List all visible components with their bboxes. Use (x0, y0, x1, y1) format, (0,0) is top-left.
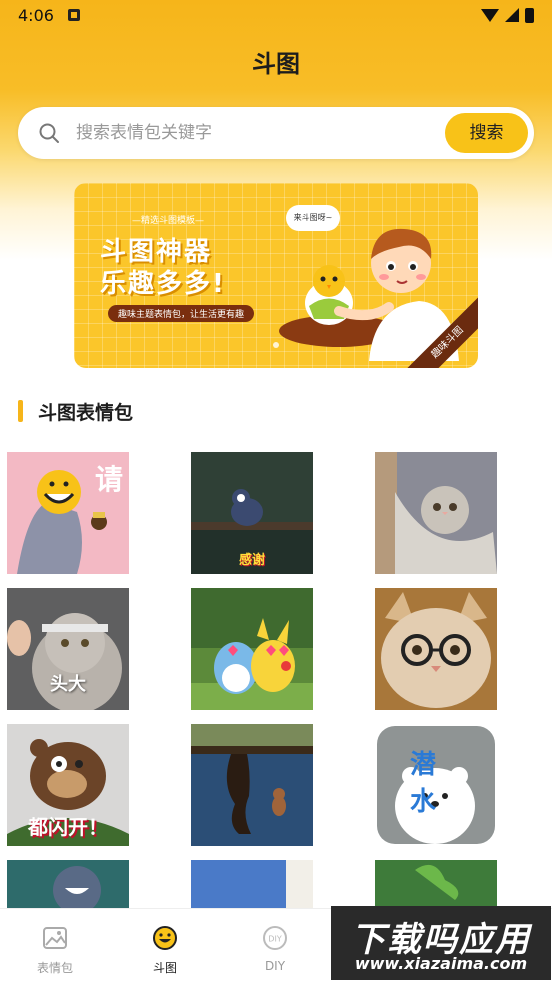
tab-stickers[interactable]: 表情包 (0, 909, 110, 983)
tab-label: 表情包 (36, 961, 73, 975)
carousel-indicator[interactable] (273, 342, 279, 348)
sticker-grid: 请 感谢 头大 都闪开！ 潜 水 (0, 452, 552, 910)
sticker-caption: 感谢 (238, 553, 265, 568)
sticker-tile[interactable] (375, 860, 497, 910)
sticker-image (7, 860, 129, 910)
search-input[interactable] (76, 107, 446, 159)
image-icon (43, 927, 67, 949)
section-accent-bar (18, 400, 23, 422)
sticker-tile[interactable]: 都闪开！ (7, 724, 129, 846)
sticker-image (191, 724, 313, 846)
status-icons (481, 7, 534, 23)
battery-icon (525, 7, 534, 23)
tab-diy[interactable]: DIY DIY (220, 909, 330, 983)
site-watermark: 下载吗应用 www.xiazaima.com (331, 906, 551, 980)
banner-subtitle: —精选斗图模板— (132, 216, 205, 226)
sticker-image (375, 452, 497, 574)
svg-text:DIY: DIY (268, 935, 282, 944)
sticker-image (375, 588, 497, 710)
tab-doutu[interactable]: 斗图 (110, 909, 220, 983)
notification-icon (67, 9, 80, 21)
status-bar: 4:06 (0, 0, 552, 30)
banner-speech-bubble: 来斗图呀~ (286, 205, 340, 231)
banner-tagline: 趣味主题表情包，让生活更有趣 (108, 305, 255, 322)
sticker-tile[interactable] (191, 588, 313, 710)
sticker-caption: 都闪开！ (28, 815, 108, 839)
sticker-tile[interactable]: 头大 (7, 588, 129, 710)
sticker-tile[interactable] (375, 588, 497, 710)
section-header: 斗图表情包 (18, 398, 133, 424)
sticker-image (375, 860, 497, 910)
sticker-caption: 头大 (50, 674, 86, 695)
sticker-tile[interactable]: 感谢 (191, 452, 313, 574)
promo-banner[interactable]: —精选斗图模板— 斗图神器 乐趣多多! 趣味主题表情包，让生活更有趣 来斗图呀~… (74, 183, 478, 368)
watermark-url: www.xiazaima.com (354, 954, 528, 973)
search-icon (39, 123, 59, 143)
sticker-image (191, 860, 313, 910)
sticker-tile[interactable]: 请 (7, 452, 129, 574)
sticker-tile[interactable] (191, 860, 313, 910)
diy-icon: DIY (263, 926, 287, 950)
wifi-icon (481, 8, 499, 22)
sticker-tile[interactable] (191, 724, 313, 846)
smile-icon (153, 926, 177, 950)
sticker-tile[interactable] (375, 452, 497, 574)
tab-label: 斗图 (152, 961, 177, 975)
search-bar: 搜索 (18, 107, 534, 159)
section-title: 斗图表情包 (38, 401, 134, 424)
status-time: 4:06 (18, 5, 54, 25)
banner-headline-2: 乐趣多多! (100, 269, 226, 299)
sticker-image (191, 588, 313, 710)
sticker-caption: 请 (94, 463, 123, 496)
page-title: 斗图 (252, 50, 300, 78)
search-button[interactable]: 搜索 (445, 113, 528, 153)
sticker-tile[interactable] (7, 860, 129, 910)
signal-icon (505, 8, 519, 22)
tab-label: DIY (264, 959, 286, 973)
sticker-tile[interactable]: 潜 水 (375, 724, 497, 846)
sticker-caption: 潜 水 (409, 750, 472, 817)
